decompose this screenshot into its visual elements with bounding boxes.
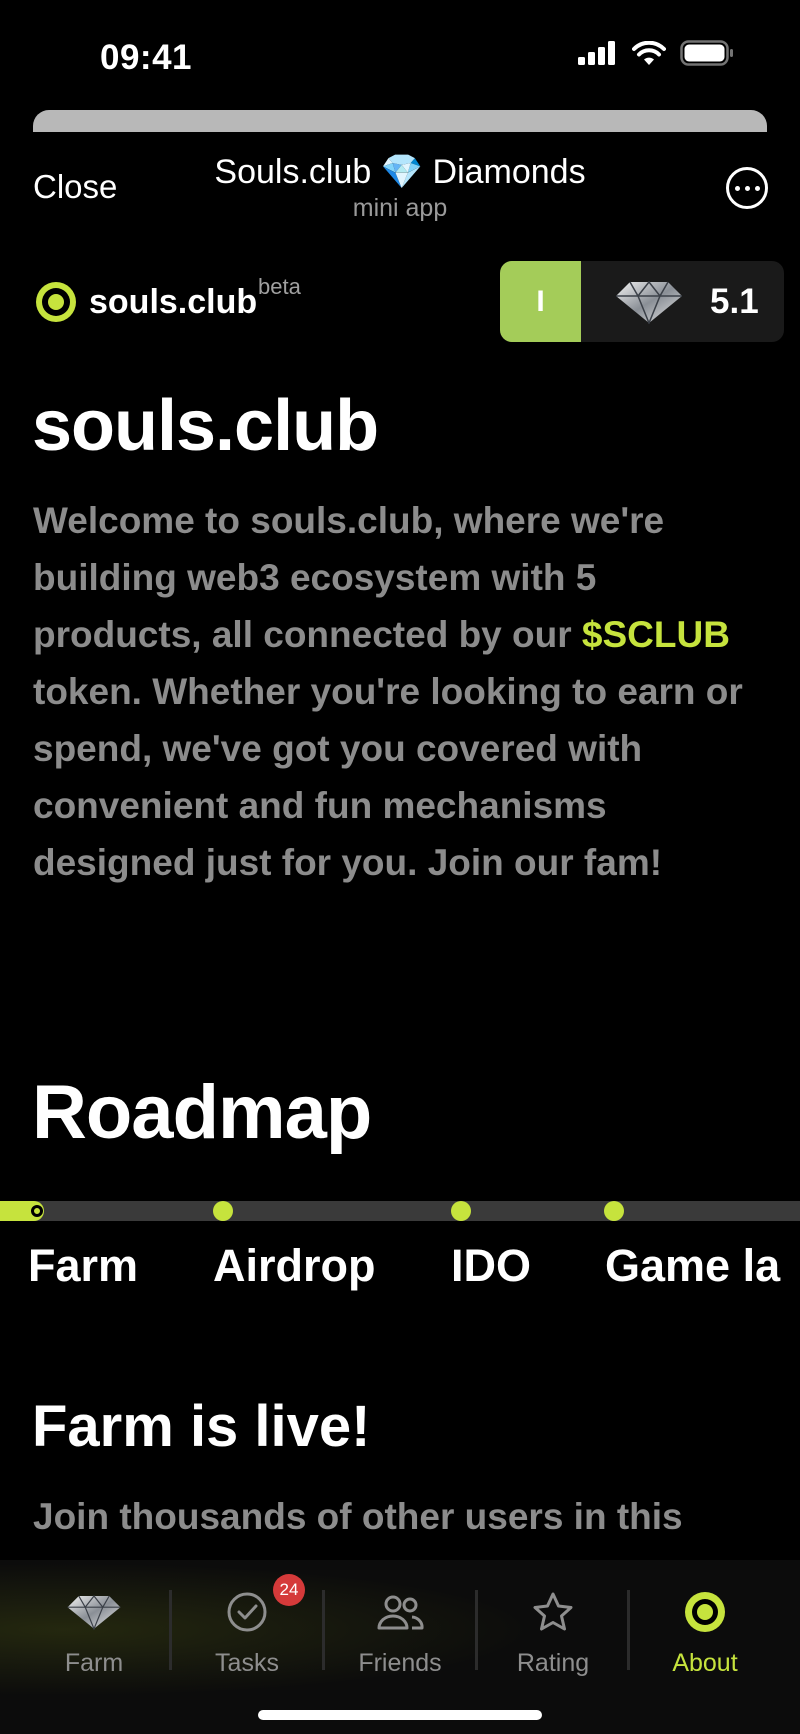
farm-section-text: Join thousands of other users in this (33, 1496, 683, 1537)
brand-name: souls.club (89, 283, 258, 321)
roadmap-step-farm: Farm (28, 1240, 139, 1291)
tab-rating[interactable]: Rating (483, 1585, 623, 1678)
level-badge: I (500, 261, 581, 342)
more-dot (754, 185, 760, 191)
diamond-icon (614, 261, 688, 342)
people-icon (330, 1585, 470, 1639)
tab-friends[interactable]: Friends (330, 1585, 470, 1678)
tasks-count-badge: 24 (273, 1574, 305, 1606)
miniapp-title: Souls.club 💎 Diamonds (0, 152, 800, 192)
token-highlight: $SCLUB (581, 614, 730, 655)
diamond-emoji: 💎 (380, 153, 424, 191)
tab-farm[interactable]: Farm (24, 1585, 164, 1678)
roadmap-title: Roadmap (32, 1070, 372, 1155)
intro-paragraph: Welcome to souls.club, where we're build… (33, 492, 773, 891)
title-name: Souls.club (214, 153, 372, 191)
title-suffix: Diamonds (432, 153, 586, 191)
tab-divider (322, 1590, 325, 1670)
roadmap-step-airdrop: Airdrop (213, 1240, 376, 1291)
souls-logo-icon (36, 282, 76, 322)
roadmap-step-ido: IDO (451, 1240, 532, 1291)
tab-label: Farm (64, 1649, 124, 1677)
roadmap-dot-airdrop (213, 1201, 233, 1221)
intro-text-1: Welcome to souls.club, where we're build… (33, 500, 665, 655)
balance-amount: 5.1 (710, 281, 759, 321)
more-dot (744, 185, 750, 191)
home-indicator (258, 1710, 542, 1720)
tab-divider (627, 1590, 630, 1670)
balance-widget[interactable]: I 5.1 (500, 261, 784, 342)
tab-label: Tasks (215, 1649, 279, 1677)
wifi-icon (632, 40, 666, 65)
tab-divider (475, 1590, 478, 1670)
status-icons (578, 40, 734, 66)
more-options-button[interactable] (726, 167, 768, 209)
intro-text-2: token. Whether you're looking to earn or… (33, 671, 743, 883)
miniapp-subtitle: mini app (352, 194, 448, 222)
roadmap-step-game: Game la (605, 1240, 781, 1291)
tab-label: About (672, 1649, 738, 1677)
roadmap-current-marker (31, 1205, 43, 1217)
roadmap-dot-ido (451, 1201, 471, 1221)
tab-label: Rating (516, 1649, 590, 1677)
diamond-icon (24, 1585, 164, 1639)
more-dot (734, 185, 740, 191)
roadmap-steps[interactable]: Farm Airdrop IDO Game la (0, 1230, 800, 1300)
roadmap-track (0, 1201, 800, 1221)
tab-about[interactable]: About (635, 1585, 775, 1678)
cellular-signal-icon (578, 41, 615, 65)
roadmap-dot-game (604, 1201, 624, 1221)
beta-tag: beta (258, 274, 301, 299)
tab-divider (169, 1590, 172, 1670)
sheet-handle[interactable] (33, 110, 767, 132)
star-icon (483, 1585, 623, 1639)
souls-logo-icon (635, 1585, 775, 1639)
farm-section-title: Farm is live! (32, 1394, 371, 1459)
battery-icon (680, 40, 733, 66)
status-time: 09:41 (100, 38, 193, 77)
page-title: souls.club (32, 386, 379, 466)
tab-label: Friends (358, 1649, 442, 1677)
